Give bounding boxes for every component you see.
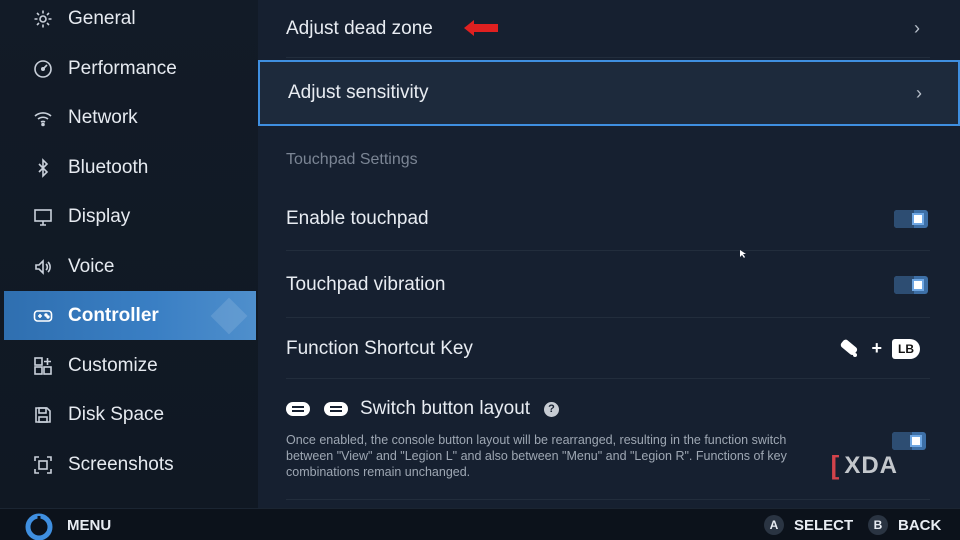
- legion-button-icon: [841, 339, 858, 357]
- switch-button-layout-label: Switch button layout: [360, 398, 531, 419]
- help-icon[interactable]: ?: [544, 401, 560, 417]
- annotation-arrow-icon: [464, 20, 498, 36]
- bottom-hint-bar: MENU A SELECT B BACK: [0, 508, 960, 540]
- lb-button-icon: LB: [892, 338, 920, 359]
- xda-watermark: [ XDA: [830, 450, 898, 480]
- enable-touchpad-toggle[interactable]: [894, 209, 928, 228]
- chevron-right-icon: ›: [914, 18, 920, 38]
- adjust-dead-zone-row[interactable]: Adjust dead zone ›: [286, 0, 930, 58]
- back-label: BACK: [898, 516, 942, 534]
- b-button-icon: B: [868, 515, 888, 535]
- menu-label[interactable]: MENU: [67, 517, 111, 534]
- wifi-icon: [32, 107, 54, 129]
- sidebar-item-label: Display: [68, 205, 131, 227]
- gauge-icon: [32, 58, 54, 80]
- adjust-sensitivity-row[interactable]: Adjust sensitivity ›: [258, 60, 960, 126]
- touchpad-vibration-toggle[interactable]: [894, 275, 928, 294]
- sidebar-item-screenshots[interactable]: Screenshots: [4, 440, 256, 489]
- sidebar-item-label: Bluetooth: [68, 156, 149, 178]
- sidebar-item-controller[interactable]: Controller: [4, 291, 256, 340]
- speaker-icon: [32, 256, 54, 278]
- view-button-icon: [286, 402, 310, 416]
- a-button-icon: A: [764, 515, 784, 535]
- gamepad-icon: [32, 305, 54, 327]
- monitor-icon: [32, 206, 54, 228]
- back-hint[interactable]: B BACK: [868, 515, 941, 535]
- adjust-sensitivity-label: Adjust sensitivity: [288, 82, 429, 103]
- sidebar-item-network[interactable]: Network: [4, 93, 256, 142]
- switch-button-layout-toggle[interactable]: [892, 432, 926, 450]
- adjust-dead-zone-label: Adjust dead zone: [286, 17, 433, 39]
- menu-button-icon: [324, 402, 348, 416]
- touchpad-vibration-label: Touchpad vibration: [286, 273, 446, 295]
- select-hint[interactable]: A SELECT: [764, 515, 853, 535]
- sidebar-item-label: General: [68, 7, 136, 29]
- shortcut-combo: + LB: [837, 338, 920, 360]
- enable-touchpad-label: Enable touchpad: [286, 207, 429, 229]
- sidebar-item-general[interactable]: General: [4, 0, 256, 43]
- sidebar-item-bluetooth[interactable]: Bluetooth: [4, 143, 256, 192]
- touchpad-section-title: Touchpad Settings: [286, 151, 418, 168]
- settings-sidebar: General Performance Network Bluetooth Di…: [0, 0, 258, 508]
- sidebar-item-label: Network: [68, 106, 138, 128]
- screenshot-icon: [32, 454, 54, 476]
- select-label: SELECT: [794, 516, 854, 534]
- sidebar-item-label: Controller: [68, 304, 159, 326]
- sidebar-item-voice[interactable]: Voice: [4, 242, 256, 291]
- sidebar-item-label: Performance: [68, 57, 177, 79]
- sidebar-item-performance[interactable]: Performance: [4, 44, 256, 93]
- function-shortcut-label: Function Shortcut Key: [286, 337, 473, 359]
- controller-settings-panel: Adjust dead zone › Adjust sensitivity › …: [258, 0, 960, 508]
- sidebar-item-customize[interactable]: Customize: [4, 341, 256, 390]
- function-shortcut-row[interactable]: Function Shortcut Key + LB: [286, 319, 930, 379]
- shortcut-plus: +: [871, 338, 882, 358]
- sidebar-item-label: Screenshots: [68, 453, 174, 475]
- grid-plus-icon: [32, 355, 54, 377]
- sidebar-item-label: Disk Space: [68, 403, 165, 425]
- sidebar-item-display[interactable]: Display: [4, 192, 256, 241]
- switch-layout-description: Once enabled, the console button layout …: [286, 433, 787, 479]
- legion-logo-icon[interactable]: [24, 512, 54, 540]
- enable-touchpad-row[interactable]: Enable touchpad: [286, 187, 930, 251]
- gear-icon: [32, 8, 54, 30]
- chevron-right-icon: ›: [916, 82, 922, 103]
- bluetooth-icon: [32, 157, 54, 179]
- mouse-cursor-icon: [740, 250, 746, 258]
- touchpad-vibration-row[interactable]: Touchpad vibration: [286, 252, 930, 318]
- sidebar-item-label: Customize: [68, 354, 158, 376]
- switch-button-layout-row[interactable]: Switch button layout ? Once enabled, the…: [286, 398, 930, 500]
- sidebar-item-label: Voice: [68, 255, 115, 277]
- sidebar-item-disk-space[interactable]: Disk Space: [4, 390, 256, 439]
- disk-icon: [32, 404, 54, 426]
